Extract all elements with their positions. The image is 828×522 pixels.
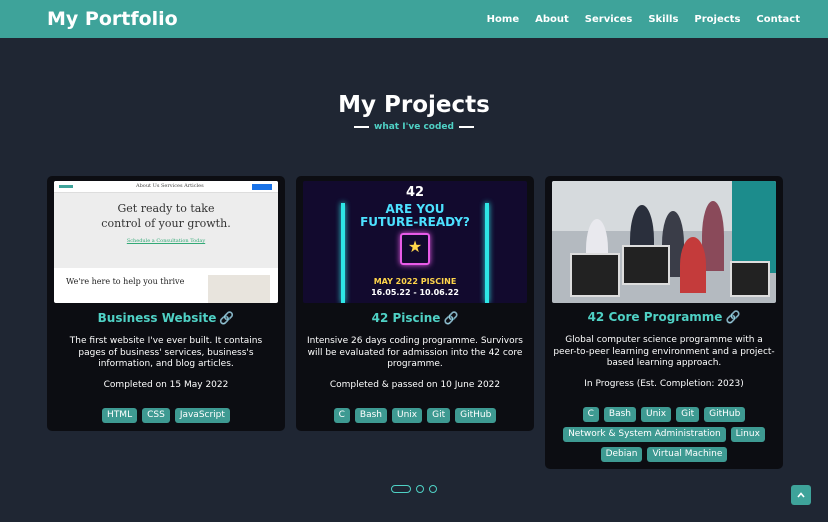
project-title[interactable]: 42 Core Programme 🔗 [545, 310, 783, 324]
nav-link-home[interactable]: Home [487, 14, 519, 25]
carousel-dot-1[interactable] [391, 485, 411, 493]
star-icon: ★ [407, 237, 423, 256]
thumb-cta [252, 184, 272, 190]
section-subtitle: what I've coded [0, 122, 828, 132]
project-tags: C Bash Unix Git GitHub [304, 408, 526, 423]
nav-link-about[interactable]: About [535, 14, 569, 25]
project-card-business-website: About Us Services Articles Get ready to … [47, 176, 285, 431]
tag: Git [676, 407, 700, 422]
link-icon[interactable]: 🔗 [219, 311, 234, 325]
thumb-help-text: We're here to help you thrive [66, 277, 185, 286]
thumb-hero-line2: control of your growth. [101, 217, 231, 230]
project-status: Completed on 15 May 2022 [103, 380, 229, 390]
photo-monitor [730, 261, 770, 297]
project-description: Global computer science programme with a… [553, 335, 775, 368]
nav-link-contact[interactable]: Contact [756, 14, 800, 25]
tag: Virtual Machine [647, 447, 728, 462]
link-icon[interactable]: 🔗 [725, 310, 740, 324]
tag: Debian [600, 447, 643, 462]
project-thumbnail[interactable]: 42 ARE YOU FUTURE-READY? ★ MAY 2022 PISC… [303, 181, 527, 303]
tag: Git [427, 408, 451, 423]
thumb-logo [59, 185, 73, 188]
thumb-image [208, 275, 270, 303]
nav-link-services[interactable]: Services [585, 14, 633, 25]
tag: GitHub [455, 408, 497, 423]
link-icon[interactable]: 🔗 [443, 311, 458, 325]
project-card-42-piscine: 42 ARE YOU FUTURE-READY? ★ MAY 2022 PISC… [296, 176, 534, 431]
project-thumbnail[interactable]: About Us Services Articles Get ready to … [54, 181, 278, 303]
divider-line [354, 126, 370, 128]
tag: Unix [392, 408, 423, 423]
tag: Bash [603, 407, 637, 422]
project-description: Intensive 26 days coding programme. Surv… [306, 336, 523, 369]
project-tags: C Bash Unix Git GitHub Network & System … [553, 407, 775, 462]
tag: Bash [354, 408, 388, 423]
project-title-text[interactable]: 42 Core Programme [588, 310, 723, 324]
thumb-42-logo: 42 [405, 185, 425, 200]
project-title[interactable]: 42 Piscine 🔗 [296, 311, 534, 325]
nav-link-projects[interactable]: Projects [694, 14, 740, 25]
navbar: My Portfolio Home About Services Skills … [0, 0, 828, 38]
thumb-headline2: FUTURE-READY? [360, 215, 470, 229]
scroll-to-top-button[interactable] [791, 485, 811, 505]
thumb-hero-line1: Get ready to take [117, 202, 215, 215]
tag: Network & System Administration [563, 427, 726, 442]
tag: GitHub [704, 407, 746, 422]
tag: HTML [102, 408, 138, 423]
nav-links: Home About Services Skills Projects Cont… [487, 14, 800, 25]
thumb-menu: About Us Services Articles [136, 183, 204, 189]
brand-logo[interactable]: My Portfolio [47, 8, 178, 30]
project-thumbnail[interactable] [552, 181, 776, 303]
project-description: The first website I've ever built. It co… [69, 336, 263, 369]
carousel-dot-3[interactable] [429, 485, 437, 493]
tag: Unix [641, 407, 672, 422]
chevron-up-icon [797, 492, 805, 498]
carousel-pagination [0, 485, 828, 493]
divider-line [458, 126, 474, 128]
thumb-hero-link: Schedule a Consultation Today [126, 238, 206, 244]
nav-link-skills[interactable]: Skills [648, 14, 678, 25]
tag: CSS [142, 408, 170, 423]
tag: C [582, 407, 599, 422]
thumb-dates: 16.05.22 - 10.06.22 [371, 288, 459, 297]
project-status: Completed & passed on 10 June 2022 [329, 380, 501, 390]
thumb-hero-text: Get ready to take control of your growth… [54, 201, 278, 231]
project-title[interactable]: Business Website 🔗 [47, 311, 285, 325]
tag: Linux [730, 427, 765, 442]
photo-plant-wall [732, 181, 776, 273]
thumb-headline: ARE YOU FUTURE-READY? [303, 203, 527, 229]
subtitle-text: what I've coded [374, 122, 454, 132]
project-status: In Progress (Est. Completion: 2023) [584, 379, 744, 389]
project-tags: HTML CSS JavaScript [55, 408, 277, 423]
carousel-dot-2[interactable] [416, 485, 424, 493]
photo-monitor [570, 253, 620, 297]
project-title-text[interactable]: 42 Piscine [372, 311, 441, 325]
photo-monitor [622, 245, 670, 285]
tag: C [333, 408, 350, 423]
thumb-event: MAY 2022 PISCINE [373, 277, 457, 286]
photo-person [680, 237, 706, 293]
project-title-text[interactable]: Business Website [98, 311, 217, 325]
project-card-42-core-programme: 42 Core Programme 🔗 Global computer scien… [545, 176, 783, 469]
section-title: My Projects [338, 92, 490, 118]
tag: JavaScript [174, 408, 230, 423]
